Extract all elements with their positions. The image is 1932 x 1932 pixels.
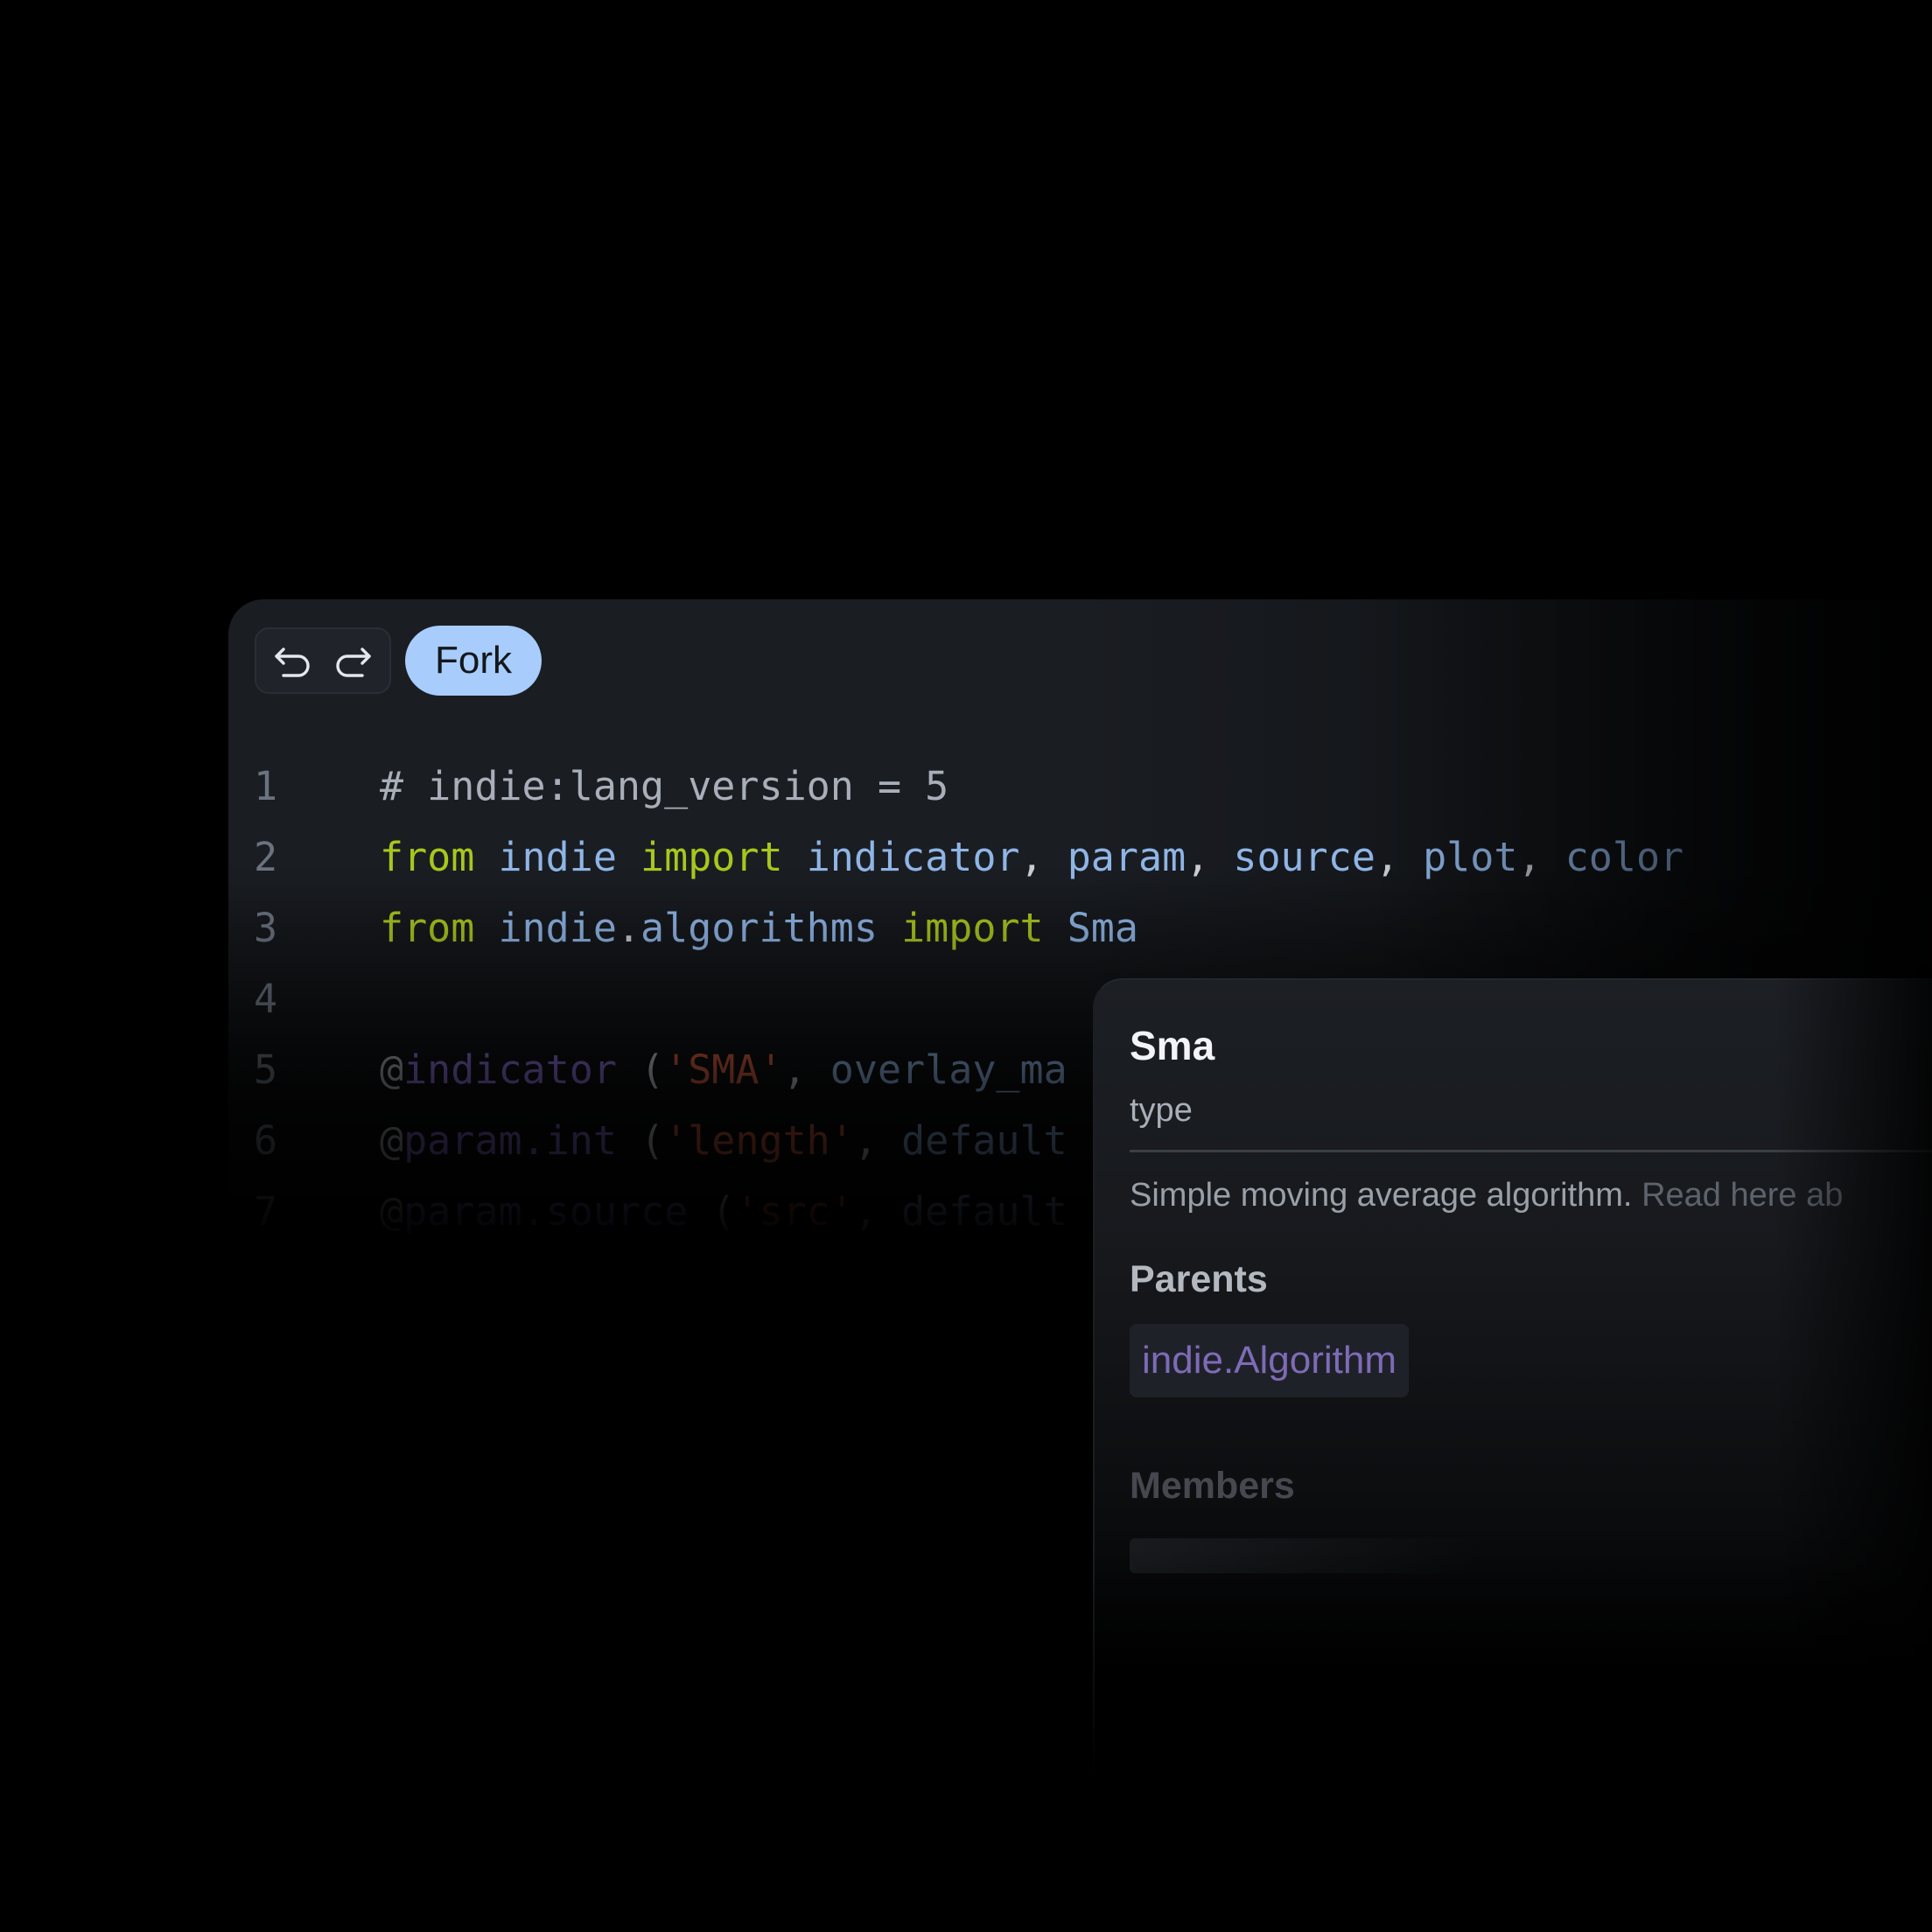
popup-bottom-fade [1093, 1547, 1932, 1932]
fork-button[interactable]: Fork [405, 626, 542, 696]
symbol-kind: type [1130, 1092, 1193, 1129]
symbol-description: Simple moving average algorithm. Read he… [1130, 1169, 1900, 1222]
line-source[interactable]: @param.int ('length', default [380, 1105, 1068, 1176]
line-source[interactable]: # indie:lang_version = 5 [380, 751, 948, 822]
code-token: from [380, 905, 475, 951]
code-token: Sma [1067, 905, 1138, 951]
code-token: param [1067, 834, 1186, 880]
code-token: 'src' [735, 1188, 854, 1235]
code-token: 'length' [664, 1117, 854, 1164]
canvas: Fork 1 # indie:lang_version = 5 2 from indi… [0, 0, 1932, 1932]
code-token: import [901, 905, 1044, 951]
description-text: Simple moving average algorithm. [1130, 1177, 1642, 1214]
code-token: . [616, 905, 641, 951]
code-token: default [901, 1188, 1068, 1235]
code-token: , [853, 1117, 902, 1164]
code-token: , [1517, 834, 1565, 880]
code-line[interactable]: 1 # indie:lang_version = 5 [0, 751, 1932, 822]
code-token: param.source [403, 1188, 689, 1235]
popup-divider [1130, 1150, 1932, 1152]
undo-button[interactable] [269, 636, 318, 685]
undo-icon [275, 648, 310, 677]
line-number: 2 [254, 834, 278, 880]
editor-toolbar: Fork [255, 626, 542, 696]
code-line[interactable]: 3 from indie.algorithms import Sma [0, 892, 1932, 963]
code-token: , [1375, 834, 1424, 880]
code-token: ( [688, 1188, 736, 1235]
line-number: 6 [254, 1117, 278, 1164]
redo-button[interactable] [328, 636, 377, 685]
line-source[interactable]: @param.source ('src', default [380, 1176, 1068, 1247]
code-token: import [640, 834, 783, 880]
code-token: algorithms [640, 905, 878, 951]
line-source[interactable]: from indie.algorithms import Sma [380, 892, 1138, 963]
code-token: ( [616, 1117, 665, 1164]
code-token: indicator [806, 834, 1020, 880]
redo-icon [336, 648, 371, 677]
code-token: , [1019, 834, 1068, 880]
code-token: , [782, 1046, 830, 1093]
hover-info-popup: Sma type Simple moving average algorithm… [1093, 978, 1932, 1932]
symbol-name: Sma [1130, 1023, 1215, 1068]
parent-link[interactable]: indie.Algorithm [1130, 1324, 1410, 1397]
parents-heading: Parents [1130, 1258, 1268, 1300]
history-controls [255, 627, 391, 694]
code-token: 'SMA' [664, 1046, 783, 1093]
members-heading: Members [1130, 1465, 1295, 1507]
code-token: plot [1423, 834, 1518, 880]
code-line[interactable]: 2 from indie import indicator, param, sou… [0, 822, 1932, 892]
popup-right-fade [1774, 978, 1932, 1932]
code-token: from [380, 834, 475, 880]
line-number: 7 [254, 1188, 278, 1235]
code-token: param.int [403, 1117, 617, 1164]
line-source[interactable]: @indicator ('SMA', overlay_ma [380, 1034, 1068, 1105]
line-number: 1 [254, 763, 278, 809]
code-token: color [1564, 834, 1684, 880]
popup-border [1093, 978, 1932, 1932]
code-token: @ [380, 1117, 404, 1164]
line-number: 3 [254, 905, 278, 951]
description-link[interactable]: Read here ab [1642, 1177, 1843, 1214]
code-token: default [901, 1117, 1068, 1164]
code-token: @ [380, 1046, 404, 1093]
line-number: 5 [254, 1046, 278, 1093]
code-token: , [853, 1188, 902, 1235]
line-number: 4 [254, 976, 278, 1022]
code-token: source [1233, 834, 1376, 880]
code-token: , [1186, 834, 1234, 880]
code-token: indie [498, 905, 617, 951]
code-token: indicator [403, 1046, 617, 1093]
code-token: @ [380, 1188, 404, 1235]
member-item [1130, 1538, 1480, 1573]
code-token: indie [498, 834, 617, 880]
line-source[interactable]: from indie import indicator, param, sour… [380, 822, 1684, 892]
code-token: ( [616, 1046, 665, 1093]
code-token: overlay_ma [830, 1046, 1068, 1093]
code-token: # indie:lang_version = 5 [380, 763, 949, 809]
